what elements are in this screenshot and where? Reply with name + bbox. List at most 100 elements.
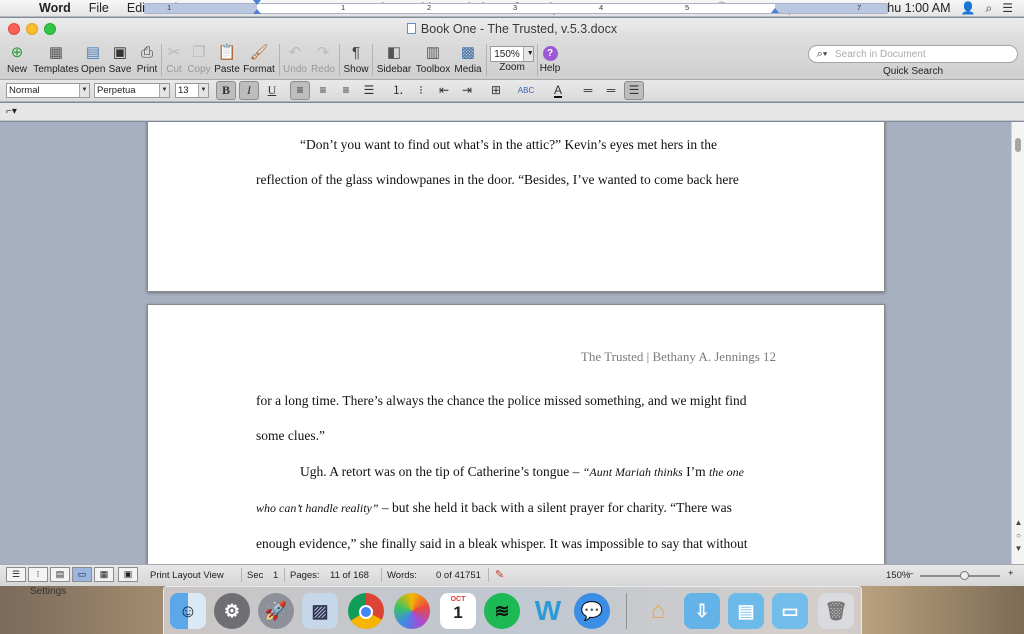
- chrome-icon[interactable]: [348, 593, 384, 629]
- open-button[interactable]: ▤ Open: [81, 42, 105, 75]
- align-left-button[interactable]: ≡: [290, 81, 310, 100]
- applications-folder-icon[interactable]: ▭: [772, 593, 808, 629]
- increase-indent-button[interactable]: ⇥: [457, 81, 477, 100]
- copy-button[interactable]: ❐ Copy: [186, 42, 212, 75]
- paragraph-line[interactable]: who can’t handle reality” – but she held…: [256, 500, 786, 516]
- bulleted-list-button[interactable]: ⁝: [411, 81, 431, 100]
- numbered-list-button[interactable]: ⒈: [388, 81, 408, 100]
- undo-button[interactable]: ↶ Undo: [281, 42, 309, 75]
- trash-icon[interactable]: 🗑: [818, 593, 854, 629]
- running-header[interactable]: The Trusted | Bethany A. Jennings 12: [581, 349, 776, 365]
- right-indent-marker[interactable]: [771, 8, 779, 13]
- horizontal-ruler[interactable]: 1 1 2 3 4 5 7: [144, 0, 888, 14]
- redo-button[interactable]: ↷ Redo: [310, 42, 336, 75]
- borders-button[interactable]: ⊞: [486, 81, 506, 100]
- show-formatting-button[interactable]: ¶ Show: [342, 42, 370, 75]
- zoom-out-icon[interactable]: –: [908, 568, 913, 579]
- paragraph-line[interactable]: reflection of the glass windowpanes in t…: [256, 172, 786, 188]
- preview-icon[interactable]: ▨: [302, 593, 338, 629]
- notebook-layout-view-button[interactable]: ▦: [94, 567, 114, 582]
- line-style-thick-button[interactable]: ☰: [624, 81, 644, 100]
- paragraph-line[interactable]: “Don’t you want to find out what’s in th…: [256, 137, 786, 153]
- templates-button[interactable]: ▦ Templates: [33, 42, 79, 75]
- justify-button[interactable]: ☰: [359, 81, 379, 100]
- draft-view-button[interactable]: ☰: [6, 567, 26, 582]
- quick-search-field[interactable]: ⌕▾: [808, 45, 1018, 63]
- style-select[interactable]: Normal ▼: [6, 83, 90, 98]
- style-dropdown-icon[interactable]: ▼: [79, 84, 89, 97]
- new-button[interactable]: ⊕ New: [4, 42, 30, 75]
- bold-button[interactable]: B: [216, 81, 236, 100]
- words-value[interactable]: 0 of 41751: [436, 570, 481, 581]
- scroll-down-icon[interactable]: ▼: [1014, 544, 1023, 554]
- paragraph-line[interactable]: some clues.”: [256, 428, 786, 444]
- zoom-in-icon[interactable]: +: [1008, 568, 1014, 579]
- left-indent-marker[interactable]: [253, 9, 261, 14]
- outline-view-button[interactable]: ⁝: [28, 567, 48, 582]
- paragraph-line[interactable]: enough evidence,” she finally said in a …: [256, 536, 786, 552]
- downloads-folder-icon[interactable]: ⇩: [684, 593, 720, 629]
- paragraph-line[interactable]: Ugh. A retort was on the tip of Catherin…: [256, 464, 786, 480]
- menu-app-word[interactable]: Word: [30, 0, 80, 17]
- format-painter-button[interactable]: 🖌 Format: [242, 42, 276, 75]
- vertical-scrollbar[interactable]: ▲ ○ ▼: [1011, 122, 1024, 564]
- media-button[interactable]: ▩ Media: [453, 42, 483, 75]
- browse-object-icon[interactable]: ○: [1014, 531, 1023, 541]
- search-input[interactable]: [835, 48, 1005, 60]
- user-icon[interactable]: 👤: [956, 0, 981, 17]
- zoom-slider[interactable]: [920, 571, 1000, 580]
- page-12[interactable]: The Trusted | Bethany A. Jennings 12 for…: [147, 304, 885, 564]
- home-folder-icon[interactable]: ⌂: [640, 593, 676, 629]
- font-color-button[interactable]: A: [548, 81, 568, 100]
- print-button[interactable]: ⎙ Print: [135, 42, 159, 75]
- notification-center-icon[interactable]: ☰: [997, 0, 1018, 17]
- spelling-check-icon[interactable]: ✎: [495, 568, 504, 581]
- tab-stop-selector-icon[interactable]: ⌐▾: [6, 106, 17, 117]
- page-11[interactable]: “Don’t you want to find out what’s in th…: [147, 122, 885, 292]
- document-canvas[interactable]: “Don’t you want to find out what’s in th…: [0, 122, 1011, 564]
- underline-button[interactable]: U: [262, 81, 282, 100]
- line-style-single-button[interactable]: ═: [578, 81, 598, 100]
- menu-file[interactable]: File: [80, 0, 118, 17]
- paste-button[interactable]: 📋 Paste: [213, 42, 241, 75]
- save-button[interactable]: ▣ Save: [108, 42, 132, 75]
- scrollbar-thumb[interactable]: [1015, 138, 1021, 152]
- word-icon[interactable]: W: [530, 593, 566, 629]
- document-proxy-icon[interactable]: [406, 23, 416, 34]
- scroll-up-icon[interactable]: ▲: [1014, 518, 1023, 528]
- line-style-double-button[interactable]: ═: [601, 81, 621, 100]
- font-size-select[interactable]: 13 ▼: [175, 83, 209, 98]
- italic-button[interactable]: I: [239, 81, 259, 100]
- sidebar-button[interactable]: ◧ Sidebar: [375, 42, 413, 75]
- zoom-select[interactable]: 150% ▼: [490, 46, 534, 62]
- spotify-icon[interactable]: ≋: [484, 593, 520, 629]
- align-center-button[interactable]: ≡: [313, 81, 333, 100]
- publishing-layout-view-button[interactable]: ▤: [50, 567, 70, 582]
- finder-icon[interactable]: ☺: [170, 593, 206, 629]
- decrease-indent-button[interactable]: ⇤: [434, 81, 454, 100]
- toolbox-button[interactable]: ▥ Toolbox: [414, 42, 452, 75]
- zoom-slider-knob[interactable]: [960, 571, 969, 580]
- first-line-indent-marker[interactable]: [253, 0, 261, 5]
- print-layout-view-button[interactable]: ▭: [72, 567, 92, 582]
- ruler-bar: [0, 103, 1024, 121]
- calendar-icon[interactable]: OCT 1: [440, 593, 476, 629]
- help-button[interactable]: ? Help: [538, 42, 562, 74]
- photos-icon[interactable]: [394, 593, 430, 629]
- font-select[interactable]: Perpetua ▼: [94, 83, 170, 98]
- font-dropdown-icon[interactable]: ▼: [159, 84, 169, 97]
- system-preferences-icon[interactable]: ⚙: [214, 593, 250, 629]
- align-right-button[interactable]: ≡: [336, 81, 356, 100]
- documents-folder-icon[interactable]: ▤: [728, 593, 764, 629]
- paragraph-line[interactable]: for a long time. There’s always the chan…: [256, 393, 786, 409]
- cut-button[interactable]: ✂ Cut: [163, 42, 185, 75]
- zoom-dropdown-icon[interactable]: ▼: [522, 47, 534, 61]
- highlight-button[interactable]: ABC: [516, 81, 536, 100]
- search-icon[interactable]: ⌕▾: [809, 48, 835, 61]
- messages-icon[interactable]: 💬: [574, 593, 610, 629]
- font-size-dropdown-icon[interactable]: ▼: [198, 84, 208, 97]
- launchpad-icon[interactable]: 🚀: [258, 593, 294, 629]
- focus-view-button[interactable]: ▣: [118, 567, 138, 582]
- zoom-control[interactable]: 150% ▼ Zoom: [489, 42, 535, 73]
- spotlight-icon[interactable]: ⌕: [981, 0, 998, 17]
